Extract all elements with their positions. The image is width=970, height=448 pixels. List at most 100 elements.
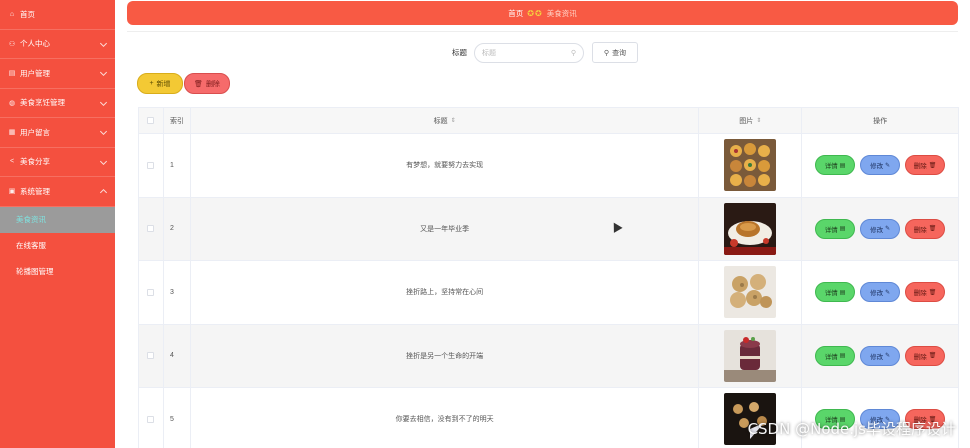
search-label: 标题 — [452, 48, 467, 57]
row-checkbox[interactable] — [147, 225, 155, 233]
chevron-down-icon — [99, 98, 108, 106]
trash-icon: 🗑 — [928, 162, 937, 169]
food-image — [724, 139, 777, 192]
food-image — [724, 329, 777, 382]
detail-button[interactable]: 详情 ▤ — [815, 155, 856, 176]
row-index: 2 — [164, 197, 191, 260]
search-bar: 标题 标题 ⚲ ⚲ 查询 — [452, 42, 638, 63]
chevron-down-icon — [99, 157, 108, 165]
search-button-label: 查询 — [612, 49, 627, 57]
edit-button[interactable]: 修改 ✎ — [860, 218, 901, 239]
table-row: 3 挫折路上，坚持常在心间 详情 ▤ 修改 ✎ 删除 🗑 — [139, 261, 959, 325]
table-row: 1 有梦想，就要努力去实现 详情 ▤ 修改 ✎ 删除 🗑 — [139, 134, 959, 198]
food-image — [724, 266, 777, 319]
table-row: 4 挫折是另一个生命的开端 详情 ▤ 修改 ✎ 删除 🗑 — [139, 324, 959, 388]
sidebar-subitem-carousel[interactable]: 轮播图管理 — [0, 259, 115, 285]
document-icon: ▤ — [839, 289, 846, 296]
home-icon: ⌂ — [9, 10, 15, 18]
table-header: 索引 标题 ⇕ 图片 ⇕ 操作 — [139, 108, 959, 134]
search-placeholder: 标题 — [482, 49, 496, 57]
detail-button[interactable]: 详情 ▤ — [815, 345, 856, 366]
chevron-down-icon — [99, 39, 108, 47]
sidebar-subitem-food-news[interactable]: 美食资讯 — [0, 206, 115, 233]
breadcrumb-current: 美食资讯 — [546, 8, 577, 18]
row-checkbox[interactable] — [147, 288, 155, 296]
delete-button[interactable]: 删除 🗑 — [905, 345, 946, 366]
user-icon: ⚇ — [8, 40, 16, 48]
select-all-checkbox[interactable] — [147, 117, 155, 124]
delete-button[interactable]: 删除 🗑 — [905, 282, 946, 303]
document-icon: ▤ — [839, 226, 846, 233]
detail-button[interactable]: 详情 ▤ — [815, 282, 856, 303]
sidebar-item-cooking[interactable]: ◍ 美食烹饪管理 — [0, 89, 115, 118]
delete-label: 删除 — [913, 290, 927, 298]
edit-button[interactable]: 修改 ✎ — [860, 155, 901, 176]
row-checkbox[interactable] — [147, 352, 155, 360]
delete-label: 删除 — [913, 353, 927, 361]
trash-icon: 🗑 — [928, 353, 937, 360]
header-image: 图片 — [739, 117, 754, 125]
edit-label: 修改 — [870, 353, 884, 361]
detail-label: 详情 — [824, 290, 838, 298]
chevron-down-icon — [99, 69, 108, 77]
sidebar-item-label: 用户管理 — [20, 68, 50, 78]
row-checkbox[interactable] — [147, 161, 155, 169]
detail-label: 详情 — [824, 163, 838, 171]
search-input[interactable]: 标题 ⚲ — [474, 42, 584, 63]
trash-icon: 🗑 — [928, 226, 937, 233]
watermark: CSDN @Node.js毕设程序设计 — [747, 420, 956, 438]
sidebar-item-messages[interactable]: ▦ 用户留言 — [0, 118, 115, 148]
row-title: 又是一年毕业季 — [191, 197, 700, 260]
row-title: 有梦想，就要努力去实现 — [191, 134, 700, 197]
row-index: 4 — [164, 324, 191, 387]
detail-label: 详情 — [824, 226, 838, 234]
sidebar-item-label: 美食烹饪管理 — [20, 98, 65, 108]
food-image — [724, 202, 777, 255]
sidebar-subitem-online-service[interactable]: 在线客服 — [0, 233, 115, 259]
divider — [127, 31, 958, 32]
header-ops: 操作 — [802, 108, 959, 133]
delete-label: 删除 — [913, 163, 927, 171]
breadcrumb-home[interactable]: 首页 — [508, 8, 523, 19]
message-icon: ▦ — [8, 129, 16, 137]
header-title: 标题 — [433, 117, 448, 125]
header-index: 索引 — [164, 108, 191, 133]
edit-button[interactable]: 修改 ✎ — [860, 282, 901, 303]
food-icon: ◍ — [8, 99, 16, 107]
search-button[interactable]: ⚲ 查询 — [592, 42, 638, 63]
sidebar-item-users[interactable]: ▤ 用户管理 — [0, 59, 115, 89]
add-button[interactable]: + 新增 — [137, 73, 183, 94]
delete-button[interactable]: 删除 🗑 — [905, 155, 946, 176]
sidebar-item-home[interactable]: ⌂ 首页 — [0, 0, 115, 30]
data-table: 索引 标题 ⇕ 图片 ⇕ 操作 1 有梦想，就要努力去实现 详情 ▤ 修改 ✎ … — [138, 107, 959, 448]
row-checkbox[interactable] — [147, 415, 155, 423]
row-title: 你要去相信，没有到不了的明天 — [191, 388, 700, 448]
chevron-down-icon — [99, 128, 108, 136]
table-row: 2 又是一年毕业季 详情 ▤ 修改 ✎ 删除 🗑 — [139, 197, 959, 261]
detail-label: 详情 — [824, 353, 838, 361]
users-icon: ▤ — [8, 70, 16, 78]
sidebar-item-label: 用户留言 — [20, 127, 50, 137]
edit-button[interactable]: 修改 ✎ — [860, 345, 901, 366]
edit-label: 修改 — [870, 226, 884, 234]
chevron-up-icon — [99, 189, 108, 197]
document-icon: ▤ — [839, 353, 846, 360]
sidebar-item-label: 个人中心 — [20, 39, 50, 49]
document-icon: ▤ — [839, 162, 846, 169]
search-icon: ⚲ — [603, 49, 610, 57]
delete-button[interactable]: 删除 🗑 — [905, 218, 946, 239]
sidebar-item-system[interactable]: ▣ 系统管理 — [0, 177, 115, 207]
sidebar-item-share[interactable]: < 美食分享 — [0, 148, 115, 177]
system-submenu: 美食资讯 在线客服 轮播图管理 — [0, 206, 115, 285]
plus-icon: + — [149, 80, 154, 87]
batch-delete-button[interactable]: 🗑 删除 — [184, 73, 230, 94]
sort-icon[interactable]: ⇕ — [756, 117, 761, 124]
sidebar-item-label: 系统管理 — [20, 186, 50, 196]
sort-icon[interactable]: ⇕ — [451, 117, 456, 124]
pencil-icon: ✎ — [885, 162, 891, 169]
sidebar-item-profile[interactable]: ⚇ 个人中心 — [0, 30, 115, 59]
row-index: 3 — [164, 261, 191, 324]
settings-icon: ▣ — [8, 188, 16, 196]
sidebar-item-label: 美食分享 — [20, 157, 50, 167]
detail-button[interactable]: 详情 ▤ — [815, 218, 856, 239]
